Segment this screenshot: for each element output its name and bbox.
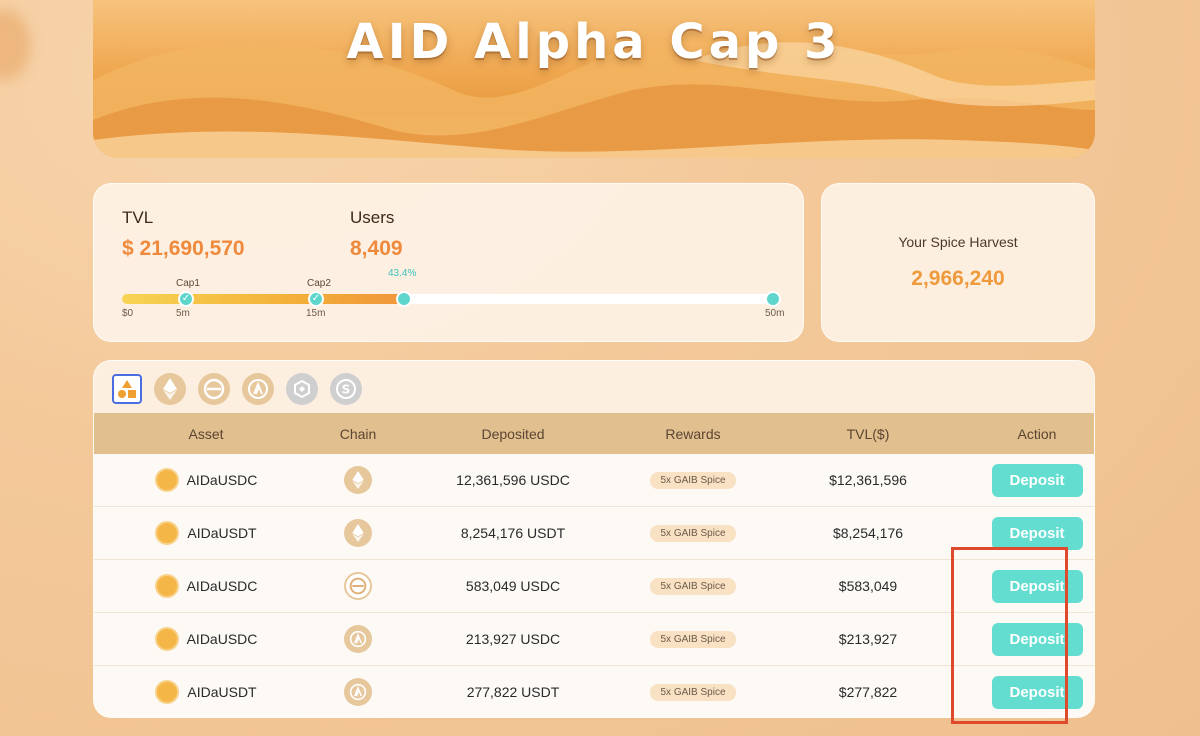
asset-name: AIDaUSDC [186, 578, 258, 594]
asset-name: AIDaUSDT [187, 684, 257, 700]
tvl-value: $ 21,690,570 [122, 237, 245, 260]
tvl-value: $8,254,176 [832, 525, 904, 541]
table-row: AIDaUSDT 8,254,176 USDT 5x GAIB Spice $8… [94, 507, 1094, 560]
aida-coin-icon [154, 468, 179, 492]
deposit-button[interactable]: Deposit [991, 463, 1083, 497]
filter-chain-circle-icon[interactable] [198, 373, 230, 405]
tvl-value: $12,361,596 [829, 472, 907, 488]
table-row: AIDaUSDC 583,049 USDC 5x GAIB Spice $583… [94, 560, 1094, 613]
filter-all-icon[interactable] [112, 374, 142, 404]
deposited-value: 277,822 USDT [466, 684, 560, 700]
filter-s-chain-icon[interactable]: S [330, 373, 362, 405]
chain-filter-bar: S [112, 373, 362, 405]
tick-5m: 5m [176, 308, 190, 319]
header-tvl: TVL($) [846, 425, 890, 442]
tvl-value: $583,049 [838, 578, 898, 594]
table-row: AIDaUSDC 213,927 USDC 5x GAIB Spice $213… [94, 613, 1094, 666]
table-row: AIDaUSDC 12,361,596 USDC 5x GAIB Spice $… [94, 454, 1094, 507]
asset-name: AIDaUSDC [186, 631, 258, 647]
filter-ethereum-icon[interactable] [154, 373, 186, 405]
highlight-box [951, 547, 1068, 724]
tvl-progress-bar: ✓ ✓ [122, 291, 781, 307]
deposited-value: 583,049 USDC [465, 578, 561, 594]
rewards-badge: 5x GAIB Spice [650, 524, 736, 542]
background-decoration [0, 10, 30, 80]
chain-circle-icon [344, 572, 372, 600]
deposit-button[interactable]: Deposit [991, 516, 1083, 550]
deposited-value: 8,254,176 USDT [460, 525, 566, 541]
progress-fill [122, 294, 406, 304]
progress-percent: 43.4% [388, 268, 417, 279]
rewards-badge: 5x GAIB Spice [650, 683, 736, 701]
tvl-label: TVL [122, 208, 154, 227]
header-deposited: Deposited [481, 425, 545, 442]
filter-bnb-icon[interactable] [286, 373, 318, 405]
hero-banner: AID Alpha Cap 3 [93, 0, 1095, 158]
svg-text:S: S [342, 383, 351, 397]
tvl-value: $277,822 [838, 684, 898, 700]
aida-coin-icon [155, 521, 180, 545]
aida-coin-icon [155, 680, 180, 704]
stats-panel: TVL $ 21,690,570 Users 8,409 43.4% Cap1 … [93, 183, 804, 342]
tick-50m: 50m [765, 308, 785, 319]
ethereum-icon [344, 519, 372, 547]
cap1-check-icon: ✓ [178, 291, 194, 307]
deposited-value: 213,927 USDC [465, 631, 561, 647]
harvest-value: 2,966,240 [911, 267, 1005, 290]
tick-0: $0 [122, 308, 134, 319]
cap2-check-icon: ✓ [308, 291, 324, 307]
aida-coin-icon [154, 627, 179, 651]
spice-harvest-panel: Your Spice Harvest 2,966,240 [821, 183, 1095, 342]
header-chain: Chain [339, 425, 377, 442]
progress-end-marker [765, 291, 781, 307]
cap2-label: Cap2 [307, 278, 331, 289]
progress-marker [396, 291, 412, 307]
tick-15m: 15m [306, 308, 326, 319]
rewards-badge: 5x GAIB Spice [650, 630, 736, 648]
asset-name: AIDaUSDT [187, 525, 257, 541]
aida-coin-icon [154, 574, 179, 598]
header-action: Action [1017, 425, 1057, 442]
header-asset: Asset [188, 425, 224, 442]
asset-name: AIDaUSDC [186, 472, 258, 488]
ethereum-icon [344, 466, 372, 494]
arbitrum-icon [344, 678, 372, 706]
harvest-label: Your Spice Harvest [898, 234, 1018, 250]
rewards-badge: 5x GAIB Spice [650, 577, 736, 595]
vault-table-panel: S Asset Chain Deposited Rewards TVL($) A… [93, 360, 1095, 718]
arbitrum-icon [344, 625, 372, 653]
table-header: Asset Chain Deposited Rewards TVL($) Act… [94, 413, 1094, 454]
cap1-label: Cap1 [176, 278, 200, 289]
header-rewards: Rewards [665, 425, 721, 442]
users-value: 8,409 [350, 237, 403, 260]
table-row: AIDaUSDT 277,822 USDT 5x GAIB Spice $277… [94, 666, 1094, 717]
filter-arbitrum-icon[interactable] [242, 373, 274, 405]
tvl-value: $213,927 [838, 631, 898, 647]
page-title: AID Alpha Cap 3 [346, 14, 842, 70]
deposited-value: 12,361,596 USDC [456, 472, 570, 488]
users-label: Users [350, 208, 395, 227]
rewards-badge: 5x GAIB Spice [650, 471, 736, 489]
